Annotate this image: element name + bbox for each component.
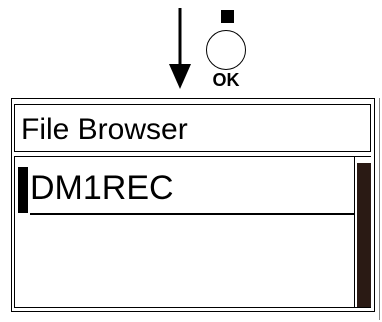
ok-button-label: OK <box>212 70 240 90</box>
selection-cursor <box>18 167 28 213</box>
scrollbar[interactable] <box>354 157 371 307</box>
down-arrow-icon <box>169 8 191 89</box>
page-title: File Browser <box>21 113 188 146</box>
file-list: DM1REC <box>14 156 371 308</box>
instruction-graphic: OK <box>0 0 382 94</box>
list-item-dm1rec[interactable]: DM1REC <box>15 159 356 215</box>
title-bar: File Browser <box>14 104 371 152</box>
scrollbar-top <box>355 157 371 161</box>
stop-square-icon <box>221 10 234 23</box>
selection-underline <box>30 213 356 215</box>
screen-edge <box>379 98 380 320</box>
scrollbar-thumb[interactable] <box>357 163 371 307</box>
lcd-screen: File Browser DM1REC <box>11 98 382 322</box>
list-item-label: DM1REC <box>30 169 174 207</box>
ok-button-icon <box>206 30 246 70</box>
